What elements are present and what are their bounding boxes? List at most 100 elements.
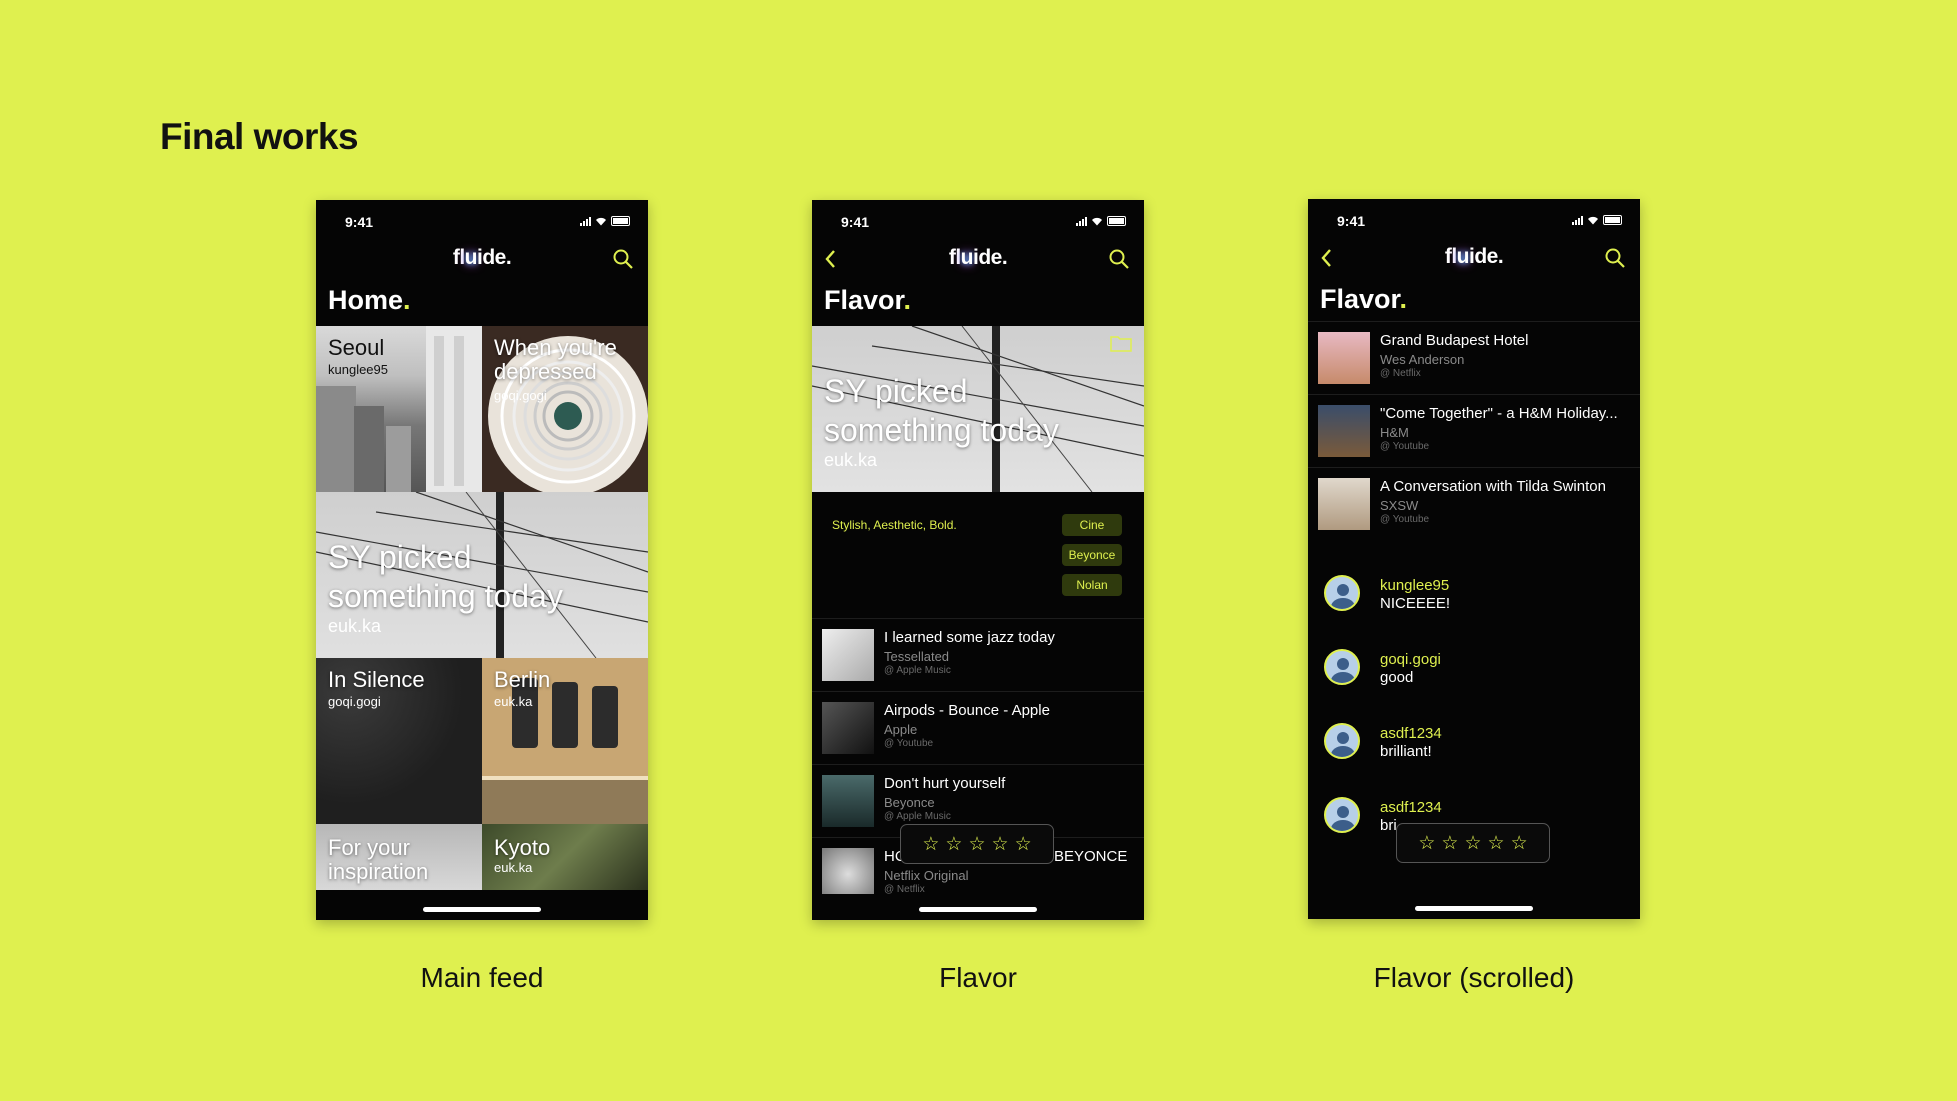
- item-source: @ Apple Music: [884, 811, 951, 822]
- folder-icon[interactable]: [1110, 334, 1132, 352]
- tile-title: Berlin: [494, 667, 551, 692]
- comment-user[interactable]: asdf1234: [1380, 725, 1442, 742]
- section-heading: Flavor.: [1320, 284, 1408, 314]
- status-bar: 9:41: [1337, 213, 1622, 229]
- battery-icon: [1107, 216, 1126, 226]
- feed-tile-depressed[interactable]: When you're depressed goqi.gogi: [482, 326, 648, 492]
- comment-text: good: [1380, 669, 1414, 686]
- section-heading: Home.: [328, 285, 411, 315]
- star-icon[interactable]: ☆: [922, 833, 939, 856]
- tile-user: euk.ka: [328, 616, 382, 636]
- comment-text: NICEEEE!: [1380, 595, 1451, 612]
- item-source: @ Youtube: [884, 738, 934, 749]
- star-rating[interactable]: ☆ ☆ ☆ ☆ ☆: [900, 824, 1054, 864]
- feed-tile-in-silence[interactable]: In Silence goqi.gogi: [316, 658, 482, 824]
- avatar[interactable]: [1324, 649, 1360, 685]
- tag-beyonce[interactable]: Beyonce: [1062, 544, 1122, 566]
- tile-user: goqi.gogi: [494, 388, 547, 403]
- phone-flavor-scrolled: 9:41 fluide. Flavor. Grand Budapest Hote…: [1308, 199, 1640, 919]
- app-logo: fluide.: [1444, 245, 1504, 268]
- item-artist: Wes Anderson: [1380, 352, 1465, 367]
- comment-text: brilliant!: [1380, 743, 1432, 760]
- star-icon[interactable]: ☆: [945, 833, 962, 856]
- list-item[interactable]: "Come Together" - a H&M Holiday... H&M @…: [1308, 394, 1640, 467]
- tile-title: When you're depressed: [494, 335, 617, 384]
- star-icon[interactable]: ☆: [1464, 832, 1481, 855]
- star-icon[interactable]: ☆: [1488, 832, 1505, 855]
- wifi-icon: [1092, 217, 1102, 226]
- comment-user[interactable]: asdf1234: [1380, 799, 1442, 816]
- feed-tile-sy-picked[interactable]: SY picked something today euk.ka: [316, 492, 648, 658]
- status-time: 9:41: [345, 214, 374, 230]
- app-logo: fluide.: [452, 246, 512, 269]
- item-title: A Conversation with Tilda Swinton: [1380, 478, 1606, 495]
- tag-nolan[interactable]: Nolan: [1062, 574, 1122, 596]
- comment-user[interactable]: kunglee95: [1380, 577, 1449, 594]
- item-source: @ Netflix: [1380, 368, 1421, 379]
- battery-icon: [611, 216, 630, 226]
- home-indicator[interactable]: [1415, 906, 1533, 911]
- cellular-signal-icon: [1572, 216, 1583, 225]
- search-icon[interactable]: [612, 248, 634, 270]
- item-source: @ Youtube: [1380, 514, 1430, 525]
- star-icon[interactable]: ☆: [1441, 832, 1458, 855]
- list-item[interactable]: Grand Budapest Hotel Wes Anderson @ Netf…: [1308, 321, 1640, 394]
- avatar[interactable]: [1324, 723, 1360, 759]
- feed-tile-inspiration[interactable]: For your inspiration: [316, 824, 482, 890]
- star-icon[interactable]: ☆: [968, 833, 985, 856]
- hero-title: SY picked something today: [824, 373, 1059, 448]
- tile-title: In Silence: [328, 667, 425, 692]
- status-time: 9:41: [1337, 213, 1366, 229]
- video-thumbnail: [1318, 405, 1370, 457]
- item-source: @ Youtube: [1380, 441, 1430, 452]
- item-artist: Tessellated: [884, 649, 950, 664]
- tag-cine[interactable]: Cine: [1062, 514, 1122, 536]
- feed-tile-berlin[interactable]: Berlin euk.ka: [482, 658, 648, 824]
- status-bar: 9:41: [345, 214, 630, 230]
- item-artist: Beyonce: [884, 795, 935, 810]
- section-heading: Flavor.: [824, 285, 912, 315]
- app-logo: fluide.: [948, 246, 1008, 269]
- tile-title: Seoul: [328, 335, 385, 360]
- tile-user: euk.ka: [494, 694, 533, 709]
- list-item[interactable]: A Conversation with Tilda Swinton SXSW @…: [1308, 467, 1640, 540]
- album-thumbnail: [822, 629, 874, 681]
- item-title: I learned some jazz today: [884, 629, 1055, 646]
- list-item[interactable]: I learned some jazz today Tessellated @ …: [812, 618, 1144, 691]
- star-rating[interactable]: ☆ ☆ ☆ ☆ ☆: [1396, 823, 1550, 863]
- home-indicator[interactable]: [919, 907, 1037, 912]
- phone-flavor: 9:41 fluide. Flavor. SY picked something…: [812, 200, 1144, 920]
- item-title: Don't hurt yourself: [884, 775, 1006, 792]
- caption-flavor: Flavor: [939, 962, 1017, 993]
- star-icon[interactable]: ☆: [1418, 832, 1435, 855]
- comment-user[interactable]: goqi.gogi: [1380, 651, 1441, 668]
- movie-thumbnail: [1318, 332, 1370, 384]
- video-thumbnail: [1318, 478, 1370, 530]
- avatar[interactable]: [1324, 797, 1360, 833]
- tile-title: For your inspiration: [328, 835, 429, 884]
- video-thumbnail: [822, 848, 874, 900]
- battery-icon: [1603, 215, 1622, 225]
- item-artist: SXSW: [1380, 498, 1419, 513]
- star-icon[interactable]: ☆: [992, 833, 1009, 856]
- search-icon[interactable]: [1604, 247, 1626, 269]
- avatar[interactable]: [1324, 575, 1360, 611]
- feed-tile-kyoto[interactable]: Kyoto euk.ka: [482, 824, 648, 890]
- item-title: "Come Together" - a H&M Holiday...: [1380, 405, 1618, 422]
- wifi-icon: [596, 217, 606, 226]
- home-indicator[interactable]: [423, 907, 541, 912]
- search-icon[interactable]: [1108, 248, 1130, 270]
- caption-flavor-scrolled: Flavor (scrolled): [1373, 962, 1575, 993]
- list-item[interactable]: Airpods - Bounce - Apple Apple @ Youtube: [812, 691, 1144, 764]
- star-icon[interactable]: ☆: [1511, 832, 1528, 855]
- item-title: Grand Budapest Hotel: [1380, 332, 1529, 349]
- flavor-description: Stylish, Aesthetic, Bold.: [832, 518, 957, 532]
- feed-tile-seoul[interactable]: Seoul kunglee95: [316, 326, 482, 492]
- comment-text: bri: [1380, 817, 1397, 834]
- item-artist: Netflix Original: [884, 868, 969, 883]
- star-icon[interactable]: ☆: [1015, 833, 1032, 856]
- tile-user: kunglee95: [328, 362, 388, 377]
- hero-user: euk.ka: [824, 450, 878, 470]
- tile-user: goqi.gogi: [328, 694, 381, 709]
- item-title-end: BEYONCE: [1054, 848, 1128, 865]
